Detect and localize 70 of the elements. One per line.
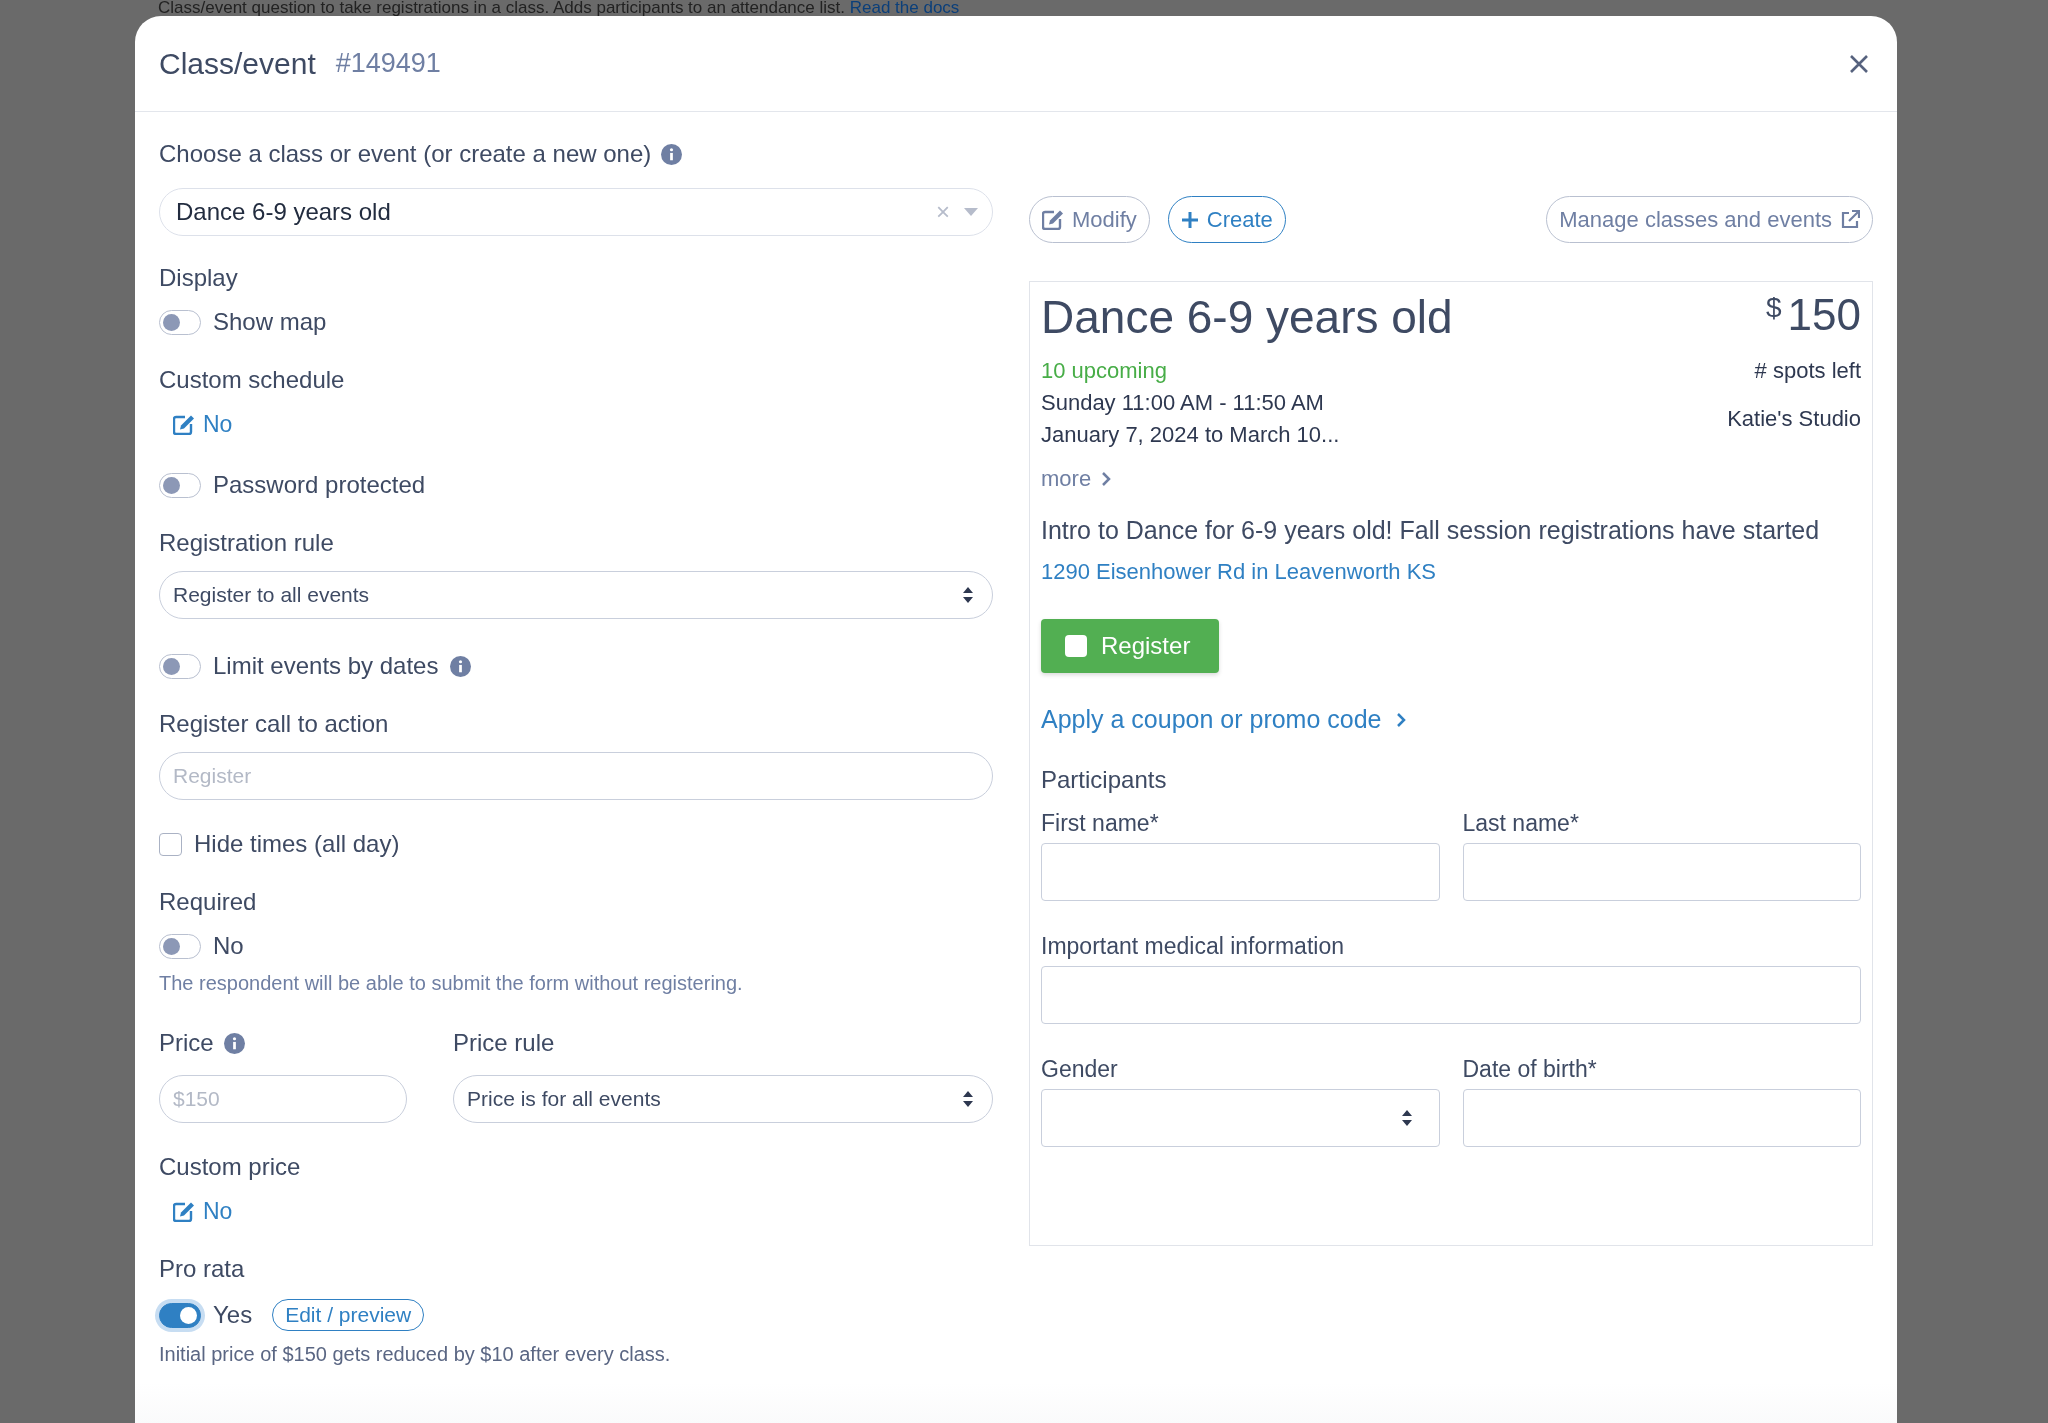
register-button[interactable]: Register xyxy=(1041,619,1219,673)
checkbox-label: Hide times (all day) xyxy=(194,830,400,858)
toggle-label: Limit events by dates xyxy=(213,652,439,680)
toggle-label: Yes xyxy=(213,1301,253,1329)
edit-icon xyxy=(173,1201,195,1222)
toggle-switch[interactable] xyxy=(159,653,201,679)
field-label: Required xyxy=(159,888,258,916)
event-price: 150 xyxy=(1787,290,1861,340)
chevron-right-icon xyxy=(1395,711,1406,728)
create-button[interactable]: Create xyxy=(1167,196,1286,243)
input-field[interactable] xyxy=(1041,843,1440,901)
field-label: Display xyxy=(159,264,239,292)
field-label: Custom schedule xyxy=(159,366,346,394)
currency-symbol: $ xyxy=(1766,292,1782,324)
help-text: Initial price of $150 gets reduced by $10 after every class. xyxy=(159,1343,672,1366)
field-label: Important medical information xyxy=(1041,933,1345,960)
spots-left: # spots left xyxy=(1753,358,1861,384)
schedule-text: Sunday 11:00 AM - 11:50 AM xyxy=(1041,390,1325,416)
manage-button[interactable]: Manage classes and events xyxy=(1546,196,1873,243)
field-label: Choose a class or event (or create a new one) xyxy=(159,140,652,168)
chevron-right-icon xyxy=(1101,471,1112,487)
edit-icon xyxy=(1042,209,1064,230)
field-label: Price rule xyxy=(453,1029,555,1057)
field-label: Register call to action xyxy=(159,710,390,738)
toggle-switch[interactable] xyxy=(159,309,201,335)
checkbox[interactable] xyxy=(159,832,182,856)
section-title: Participants xyxy=(1041,766,1168,794)
edit-preview-button[interactable]: Edit / preview xyxy=(272,1299,425,1331)
field-label: Price xyxy=(159,1029,214,1057)
field-label: Gender xyxy=(1041,1056,1119,1083)
field-label: Last name* xyxy=(1462,810,1580,837)
field-label: Date of birth* xyxy=(1462,1056,1598,1083)
coupon-link[interactable]: Apply a coupon or promo code xyxy=(1041,705,1406,734)
more-link[interactable]: more xyxy=(1041,466,1112,492)
input-field[interactable] xyxy=(1462,1089,1861,1147)
address-link[interactable]: 1290 Eisenhower Rd in Leavenworth KS xyxy=(1041,559,1437,585)
schedule-text: January 7, 2024 to March 10... xyxy=(1041,422,1340,448)
event-description: Intro to Dance for 6-9 years old! Fall session registrations have started xyxy=(1041,516,1821,545)
input-field[interactable] xyxy=(1041,966,1861,1024)
toggle-label: Password protected xyxy=(213,471,426,499)
external-link-icon xyxy=(1840,209,1860,230)
input-field[interactable] xyxy=(1462,843,1861,901)
record-id: #149491 xyxy=(335,48,441,79)
location-name: Katie's Studio xyxy=(1727,406,1861,432)
modal-title: Class/event xyxy=(159,46,316,81)
updown-arrows-icon xyxy=(1400,1109,1413,1127)
toggle-label: Show map xyxy=(213,308,327,336)
field-label: Registration rule xyxy=(159,529,335,557)
edit-link[interactable]: No xyxy=(173,411,233,438)
field-label: First name* xyxy=(1041,810,1160,837)
description-text: Class/event question to take registrations in a class. Adds participants to an attendance list. Read the docs xyxy=(158,0,960,16)
field-label: Custom price xyxy=(159,1153,302,1181)
edit-icon xyxy=(173,414,195,435)
plus-icon xyxy=(1180,210,1199,229)
modify-button[interactable]: Modify xyxy=(1029,196,1150,243)
upcoming-count: 10 upcoming xyxy=(1041,358,1168,384)
edit-link[interactable]: No xyxy=(173,1198,233,1225)
toggle-switch[interactable] xyxy=(159,933,201,959)
close-icon xyxy=(1849,53,1869,74)
event-title: Dance 6-9 years old xyxy=(1041,290,1453,344)
help-text: The respondent will be able to submit the form without registering. xyxy=(159,972,744,995)
caret-icon xyxy=(964,208,978,216)
updown-arrows-icon xyxy=(962,586,974,604)
updown-arrows-icon xyxy=(962,1090,974,1108)
price-field[interactable]: $150 xyxy=(159,1075,407,1123)
toggle-label: No xyxy=(213,932,244,960)
input-field[interactable]: Register xyxy=(159,752,993,800)
field-label: Pro rata xyxy=(159,1255,246,1283)
toggle-switch[interactable] xyxy=(159,472,201,498)
select-field[interactable] xyxy=(1041,1089,1440,1147)
